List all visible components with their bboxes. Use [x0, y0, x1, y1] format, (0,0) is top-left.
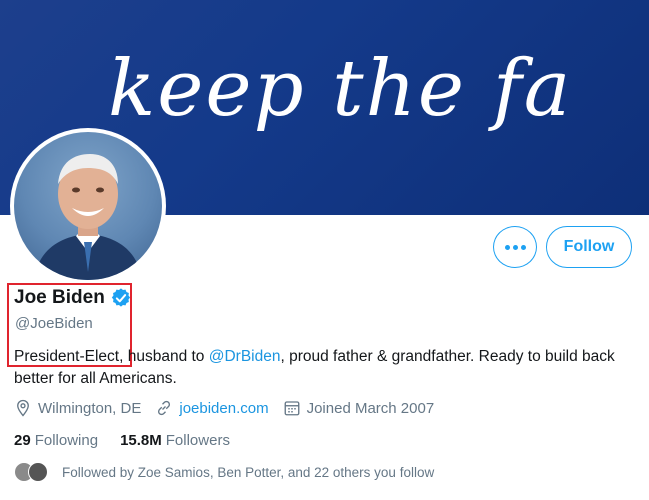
mini-avatar [28, 462, 48, 482]
followed-by-text: Followed by Zoe Samios, Ben Potter, and … [62, 464, 435, 480]
calendar-icon [284, 401, 300, 416]
followers-you-know-avatars [14, 462, 48, 482]
banner-handwriting: keep the faith! [108, 30, 649, 150]
link-icon [158, 400, 171, 416]
profile-avatar[interactable] [10, 128, 166, 284]
svg-text:keep the faith!: keep the faith! [108, 44, 568, 134]
profile-meta: Wilmington, DE joebiden.com Joined March… [14, 399, 448, 417]
location-item: Wilmington, DE [14, 399, 141, 417]
avatar-photo [14, 132, 162, 280]
joined-item: Joined March 2007 [283, 399, 434, 417]
followed-by-row[interactable]: Followed by Zoe Samios, Ben Potter, and … [14, 462, 434, 482]
following-stat[interactable]: 29 Following [14, 432, 98, 449]
follow-button[interactable]: Follow [546, 226, 632, 268]
more-options-button[interactable] [493, 226, 537, 268]
website-item[interactable]: joebiden.com [155, 399, 269, 417]
bio-mention-link[interactable]: @DrBiden [209, 348, 281, 365]
more-icon [504, 244, 510, 250]
profile-bio: President-Elect, husband to @DrBiden, pr… [14, 348, 615, 387]
website-link[interactable]: joebiden.com [179, 400, 268, 417]
profile-stats: 29 Following 15.8M Followers [14, 432, 252, 449]
location-pin-icon [17, 399, 29, 417]
followers-stat[interactable]: 15.8M Followers [120, 432, 230, 449]
